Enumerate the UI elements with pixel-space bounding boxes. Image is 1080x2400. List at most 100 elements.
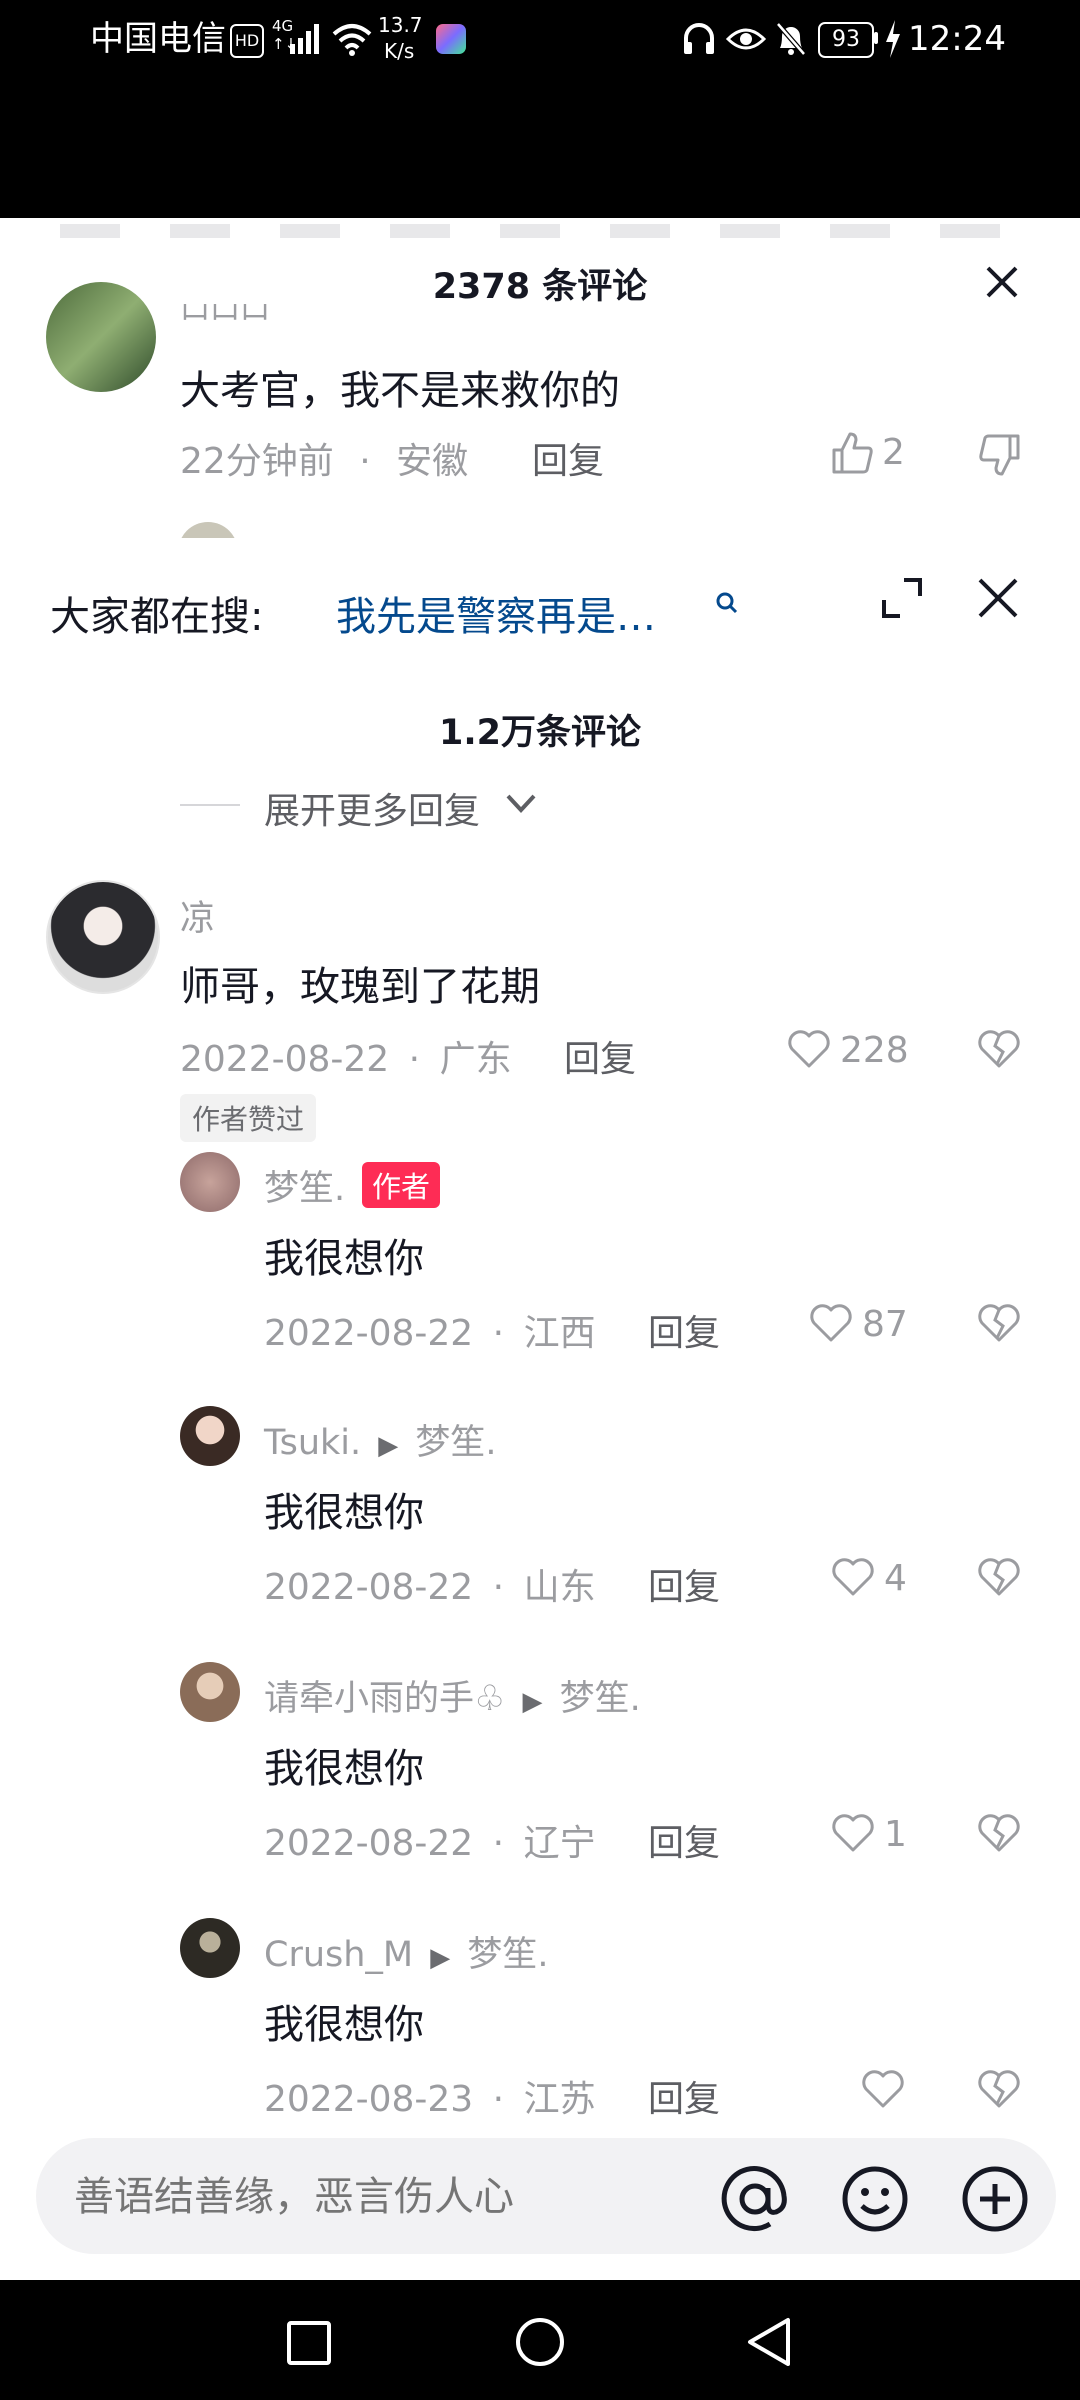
reply-button[interactable]: 回复 [564,1030,636,1082]
reply-to-arrow-icon: ▶ [430,1943,451,1973]
home-icon[interactable] [514,2316,566,2368]
reply-button[interactable]: 回复 [532,432,604,484]
broken-heart-icon[interactable] [976,1812,1022,1854]
reply-to-arrow-icon: ▶ [378,1431,399,1461]
reply-text: 我很想你 [264,2002,424,2048]
battery-level: 93 [818,22,874,58]
comment-input[interactable] [72,2160,696,2234]
broken-heart-icon[interactable] [976,1028,1022,1070]
thumbs-down-icon[interactable] [978,432,1022,478]
headphones-icon [684,23,714,54]
meta-dot: · [492,2079,505,2120]
carrier: 中国电信 [90,19,226,59]
search-suggestion-label: 大家都在搜: [50,594,264,640]
meta-dot: · [408,1039,421,1080]
hd-badge: HD [230,24,264,58]
reply-date: 2022-08-23 [264,2079,474,2120]
truncated-username: 口口口 [180,304,270,326]
avatar[interactable] [180,1918,240,1978]
reply-to-username[interactable]: 梦笙. [415,1423,496,1463]
reply-username[interactable]: 请牵小雨的手♧ [264,1679,505,1719]
comment-text: 大考官，我不是来救你的 [180,368,620,414]
heart-icon[interactable] [808,1302,854,1344]
reply-username[interactable]: 梦笙. [264,1160,345,1211]
reply-header: Crush_M ▶ 梦笙. [264,1926,549,1977]
reply-date: 2022-08-22 [264,1823,474,1864]
reply-to-username[interactable]: 梦笙. [560,1679,641,1719]
expand-icon[interactable] [880,576,924,620]
clock: 12:24 [908,19,1006,59]
reply-text: 我很想你 [264,1490,424,1536]
thumbs-up-icon[interactable] [830,430,874,476]
heart-icon[interactable] [830,1556,876,1598]
at-icon[interactable] [720,2164,790,2234]
search-suggestion-query[interactable]: 我先是警察再是… [336,584,656,642]
avatar[interactable] [180,1662,240,1722]
broken-heart-icon[interactable] [976,2068,1022,2110]
reply-location: 江西 [523,1313,596,1354]
comment-meta: 2022-08-22 · 广东 [180,1030,512,1082]
comment-location: 安徽 [396,441,469,482]
comment-username[interactable]: 凉 [180,890,215,941]
reply-location: 江苏 [523,2079,596,2120]
reply-header: 请牵小雨的手♧ ▶ 梦笙. [264,1670,641,1721]
avatar[interactable] [180,1406,240,1466]
meta-dot: · [492,1567,505,1608]
reply-username[interactable]: Tsuki. [264,1423,361,1463]
author-badge: 作者 [362,1162,441,1208]
signal-icon [290,24,319,54]
reply-meta: 2022-08-22 · 山东 [264,1558,596,1610]
heart-icon[interactable] [830,1812,876,1854]
expand-more-replies[interactable]: 展开更多回复 [264,782,480,834]
author-liked-tag: 作者赞过 [180,1094,317,1142]
broken-heart-icon[interactable] [976,1302,1022,1344]
divider [180,804,240,806]
reply-to-username[interactable]: 梦笙. [467,1935,548,1975]
sheet-behind-cutoff [0,218,1080,258]
reply-meta: 2022-08-22 · 江西 [264,1304,596,1356]
cutoff-text-row [60,224,1020,238]
search-icon[interactable] [714,590,740,616]
close-icon[interactable] [982,262,1022,302]
reply-text: 我很想你 [264,1236,424,1282]
like-count: 1 [884,1814,907,1855]
video-area [0,78,1080,218]
reply-button[interactable]: 回复 [648,2070,720,2122]
mute-bell-icon [776,22,806,56]
reply-button[interactable]: 回复 [648,1304,720,1356]
comment-text: 师哥，玫瑰到了花期 [180,964,540,1010]
avatar[interactable] [46,282,156,392]
recents-icon[interactable] [286,2320,332,2366]
heart-icon[interactable] [786,1028,832,1070]
reply-username[interactable]: Crush_M [264,1935,413,1975]
reply-meta: 2022-08-23 · 江苏 [264,2070,596,2122]
reply-location: 辽宁 [523,1823,596,1864]
chevron-down-icon[interactable] [504,790,538,818]
reply-button[interactable]: 回复 [648,1558,720,1610]
reply-location: 山东 [523,1567,596,1608]
reply-meta: 2022-08-22 · 辽宁 [264,1814,596,1866]
emoji-icon[interactable] [840,2164,910,2234]
reply-button[interactable]: 回复 [648,1814,720,1866]
comment-location: 广东 [439,1039,512,1080]
reply-text: 我很想你 [264,1746,424,1792]
like-count: 87 [862,1304,908,1345]
comment-meta: 22分钟前 · 安徽 [180,432,468,484]
like-count: 2 [882,432,905,473]
app-notification-icon [436,24,466,54]
comment-sheet [0,540,1080,2280]
status-bar: 中国电信 HD 4G ↑↓ 13.7 K/s 93 12:24 [0,0,1080,78]
heart-icon[interactable] [860,2068,906,2110]
reply-to-arrow-icon: ▶ [522,1687,543,1717]
comments-count-title: 1.2万条评论 [438,713,641,753]
wifi-icon [332,24,372,56]
close-icon[interactable] [976,576,1020,620]
avatar[interactable] [46,880,160,994]
meta-dot: · [492,1313,505,1354]
meta-dot: · [492,1823,505,1864]
avatar[interactable] [180,1152,240,1212]
broken-heart-icon[interactable] [976,1556,1022,1598]
battery-tip [874,32,878,44]
plus-circle-icon[interactable] [960,2164,1030,2234]
back-icon[interactable] [744,2316,794,2368]
